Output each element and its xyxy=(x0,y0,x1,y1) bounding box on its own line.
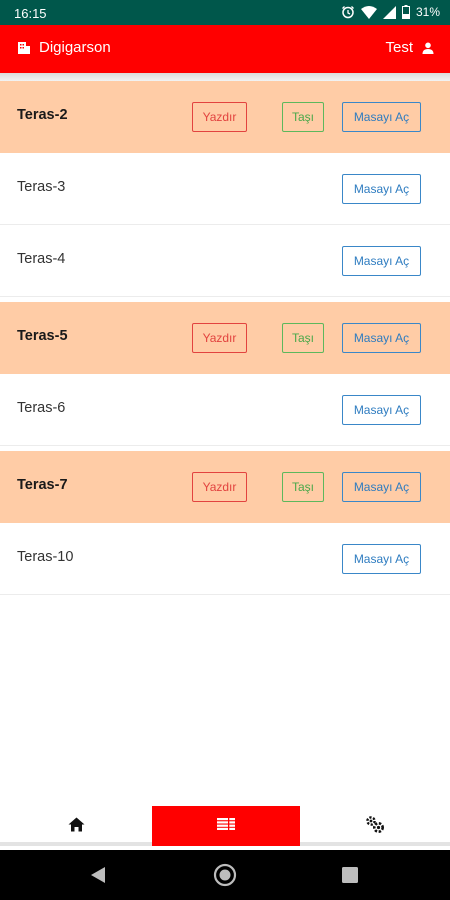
table-name: Teras-10 xyxy=(17,549,74,565)
print-button[interactable]: Yazdır xyxy=(192,102,247,132)
signal-icon xyxy=(382,5,396,19)
table-row[interactable]: Teras-2 Yazdır Taşı Masayı Aç xyxy=(0,81,450,153)
wifi-icon xyxy=(360,5,377,19)
open-table-button[interactable]: Masayı Aç xyxy=(342,102,421,132)
table-row[interactable]: Teras-7 Yazdır Taşı Masayı Aç xyxy=(0,451,450,523)
nav-tables[interactable] xyxy=(152,806,300,842)
recents-icon[interactable] xyxy=(342,867,358,883)
table-row[interactable]: Teras-6 Masayı Aç xyxy=(0,374,450,446)
battery-icon xyxy=(401,5,410,19)
app-bar: Digigarson Test xyxy=(0,25,450,73)
back-icon[interactable] xyxy=(90,866,106,884)
table-name: Teras-3 xyxy=(17,179,66,195)
app-bar-divider xyxy=(0,73,450,81)
open-table-button[interactable]: Masayı Aç xyxy=(342,544,421,574)
open-table-button[interactable]: Masayı Aç xyxy=(342,174,421,204)
user-icon xyxy=(422,42,434,54)
home-icon xyxy=(68,817,84,831)
table-row[interactable]: Teras-4 Masayı Aç xyxy=(0,225,450,297)
table-name: Teras-7 xyxy=(17,477,68,493)
app-title: Digigarson xyxy=(39,39,111,56)
nav-indicator-track xyxy=(0,842,450,846)
open-table-button[interactable]: Masayı Aç xyxy=(342,246,421,276)
table-name: Teras-5 xyxy=(17,328,68,344)
battery-level: 31% xyxy=(415,5,440,19)
home-circle-icon[interactable] xyxy=(213,863,237,887)
table-list: Teras-2 Yazdır Taşı Masayı Aç Teras-3 Ma… xyxy=(0,81,450,595)
alarm-icon xyxy=(342,6,354,19)
status-time: 16:15 xyxy=(14,6,47,21)
user-name: Test xyxy=(385,39,413,56)
open-table-button[interactable]: Masayı Aç xyxy=(342,323,421,353)
table-row[interactable]: Teras-10 Masayı Aç xyxy=(0,523,450,595)
open-table-button[interactable]: Masayı Aç xyxy=(342,395,421,425)
building-icon xyxy=(18,41,30,54)
table-name: Teras-2 xyxy=(17,107,68,123)
move-table-button[interactable]: Taşı xyxy=(282,472,324,502)
move-table-button[interactable]: Taşı xyxy=(282,323,324,353)
table-row[interactable]: Teras-3 Masayı Aç xyxy=(0,153,450,225)
table-name: Teras-4 xyxy=(17,251,66,267)
open-table-button[interactable]: Masayı Aç xyxy=(342,472,421,502)
status-icons: 31% xyxy=(341,5,440,19)
list-icon xyxy=(217,818,235,830)
nav-settings[interactable] xyxy=(300,806,450,842)
table-name: Teras-6 xyxy=(17,400,66,416)
print-button[interactable]: Yazdır xyxy=(192,323,247,353)
table-row[interactable]: Teras-5 Yazdır Taşı Masayı Aç xyxy=(0,302,450,374)
gears-icon xyxy=(366,816,384,833)
app-title-group[interactable]: Digigarson xyxy=(17,39,111,56)
status-bar: 16:15 31% xyxy=(0,0,450,25)
nav-active-indicator xyxy=(152,842,300,846)
move-table-button[interactable]: Taşı xyxy=(282,102,324,132)
system-nav-bar xyxy=(0,850,450,900)
print-button[interactable]: Yazdır xyxy=(192,472,247,502)
nav-home[interactable] xyxy=(0,806,152,842)
user-menu[interactable]: Test xyxy=(385,39,434,56)
bottom-nav xyxy=(0,803,450,848)
